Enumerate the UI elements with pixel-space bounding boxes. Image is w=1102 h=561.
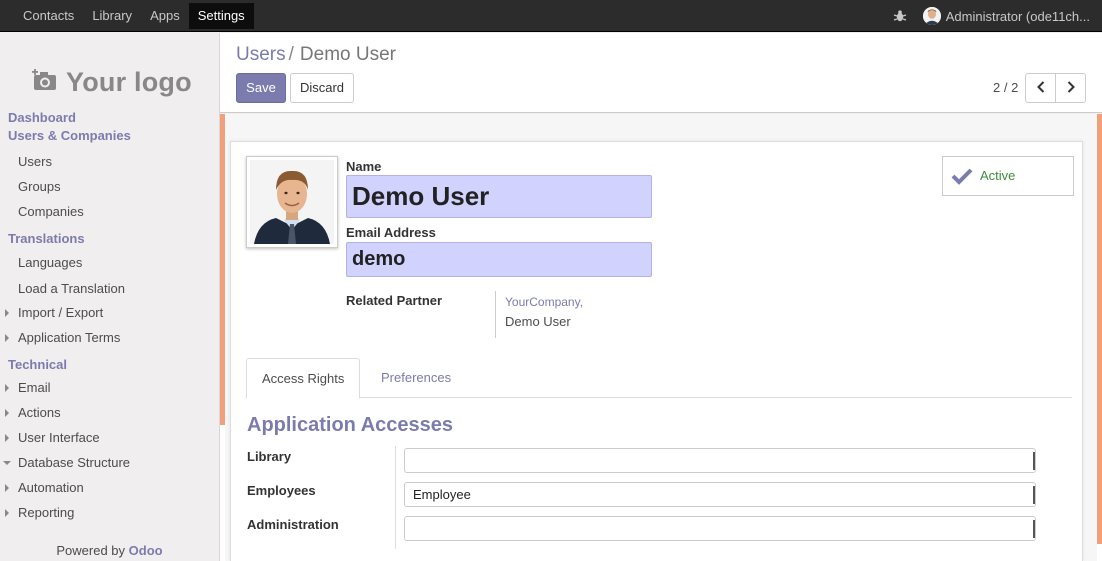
tab-preferences[interactable]: Preferences: [366, 358, 466, 398]
caret-right-icon: [5, 384, 9, 392]
active-toggle-button[interactable]: Active: [942, 156, 1074, 196]
caret-right-icon: [5, 309, 9, 317]
sidebar-head-dashboard[interactable]: Dashboard: [0, 109, 219, 127]
user-menu[interactable]: Administrator (ode11ch...: [946, 9, 1090, 24]
active-label: Active: [980, 168, 1016, 183]
discard-button[interactable]: Discard: [290, 73, 354, 103]
resize-handle-icon: [1032, 520, 1035, 538]
partner-name: Demo User: [505, 314, 571, 329]
sidebar-item-label: Users: [18, 154, 52, 169]
sidebar-item-label: User Interface: [18, 430, 100, 445]
breadcrumb: Users / Demo User: [236, 44, 396, 66]
sidebar-item-label: Languages: [18, 255, 83, 270]
caret-down-icon: [3, 461, 11, 465]
resize-handle-icon: [1032, 486, 1035, 504]
email-input[interactable]: demo: [346, 242, 652, 277]
name-input[interactable]: Demo User: [346, 175, 652, 218]
user-avatar[interactable]: [922, 7, 941, 25]
sidebar-item-label: Email: [18, 380, 51, 395]
form-view: Name Demo User Email Address demo Relate…: [220, 114, 1102, 561]
sidebar-head-translations[interactable]: Translations: [0, 230, 219, 248]
bug-icon[interactable]: [893, 9, 907, 23]
access-label-library: Library: [247, 449, 292, 464]
name-label: Name: [346, 159, 382, 174]
user-area: Administrator (ode11ch...: [893, 0, 1090, 32]
sidebar-item-user-interface[interactable]: User Interface: [0, 425, 219, 450]
chevron-left-icon: [1036, 80, 1045, 96]
caret-right-icon: [5, 509, 9, 517]
user-photo[interactable]: [246, 156, 338, 248]
sidebar-item-automation[interactable]: Automation: [0, 475, 219, 500]
sidebar-item-reporting[interactable]: Reporting: [0, 500, 219, 525]
user-photo-image: [250, 160, 334, 244]
sidebar-item-label: Application Terms: [18, 330, 121, 345]
pager-value[interactable]: 2 / 2: [993, 80, 1018, 95]
powered-by: Powered by Odoo: [0, 543, 219, 558]
sidebar-head-users-companies[interactable]: Users & Companies: [0, 127, 219, 145]
check-icon: [951, 167, 973, 188]
resize-handle-icon: [1032, 452, 1035, 470]
sidebar: Your logo Dashboard Users & Companies Us…: [0, 33, 220, 561]
related-partner-field: YourCompany, Demo User: [495, 291, 583, 338]
sidebar-head-technical[interactable]: Technical: [0, 356, 219, 374]
right-ribbon: [1097, 114, 1102, 544]
sidebar-menu: Dashboard Users & Companies Users Groups…: [0, 109, 219, 525]
sidebar-item-languages[interactable]: Languages: [0, 250, 219, 275]
menu-library[interactable]: Library: [83, 0, 141, 32]
access-label-administration: Administration: [247, 517, 339, 532]
app-menu: Contacts Library Apps Settings: [14, 0, 254, 32]
email-label: Email Address: [346, 225, 436, 240]
form-sheet: Name Demo User Email Address demo Relate…: [230, 141, 1083, 561]
sidebar-item-label: Load a Translation: [18, 281, 125, 296]
odoo-link[interactable]: Odoo: [129, 543, 163, 558]
access-divider: [395, 446, 396, 549]
library-access-select[interactable]: [404, 448, 1036, 473]
caret-right-icon: [5, 334, 9, 342]
save-button[interactable]: Save: [236, 73, 286, 103]
sidebar-item-actions[interactable]: Actions: [0, 400, 219, 425]
partner-company-link[interactable]: YourCompany,: [505, 293, 583, 312]
related-partner-label: Related Partner: [346, 293, 443, 308]
menu-settings[interactable]: Settings: [188, 3, 254, 29]
caret-right-icon: [5, 484, 9, 492]
menu-apps[interactable]: Apps: [141, 0, 189, 32]
access-label-employees: Employees: [247, 483, 316, 498]
camera-icon: [32, 69, 58, 94]
caret-right-icon: [5, 434, 9, 442]
logo-text: Your logo: [66, 67, 192, 97]
employees-access-select[interactable]: Employee: [404, 482, 1036, 507]
sidebar-item-database-structure[interactable]: Database Structure: [0, 450, 219, 475]
sidebar-item-application-terms[interactable]: Application Terms: [0, 325, 219, 350]
sidebar-item-load-translation[interactable]: Load a Translation: [0, 276, 219, 301]
control-panel: Users / Demo User Save Discard 2 / 2: [220, 33, 1102, 113]
sidebar-item-label: Companies: [18, 204, 84, 219]
sidebar-item-email[interactable]: Email: [0, 375, 219, 400]
tab-access-rights[interactable]: Access Rights: [246, 358, 361, 399]
administration-access-select[interactable]: [404, 516, 1036, 541]
breadcrumb-separator: /: [288, 44, 294, 65]
pager-next-button[interactable]: [1055, 73, 1086, 103]
powered-by-text: Powered by: [56, 543, 126, 558]
notebook-tabs: Access Rights Preferences: [246, 358, 1072, 399]
sidebar-item-label: Actions: [18, 405, 61, 420]
left-ribbon: [220, 114, 225, 425]
breadcrumb-current: Demo User: [299, 44, 396, 65]
sidebar-item-label: Reporting: [18, 505, 75, 520]
breadcrumb-users[interactable]: Users: [236, 44, 286, 65]
section-title: Application Accesses: [247, 414, 454, 436]
select-value: Employee: [413, 487, 471, 502]
menu-contacts[interactable]: Contacts: [14, 0, 83, 32]
sidebar-item-label: Import / Export: [18, 305, 104, 320]
sidebar-item-import-export[interactable]: Import / Export: [0, 300, 219, 325]
sidebar-item-users[interactable]: Users: [0, 149, 219, 174]
sidebar-item-groups[interactable]: Groups: [0, 174, 219, 199]
top-navbar: Contacts Library Apps Settings Administr: [0, 0, 1102, 32]
sidebar-item-label: Database Structure: [18, 455, 131, 470]
sidebar-item-companies[interactable]: Companies: [0, 199, 219, 224]
sidebar-item-label: Automation: [18, 480, 84, 495]
sidebar-item-label: Groups: [18, 179, 61, 194]
caret-right-icon: [5, 409, 9, 417]
chevron-right-icon: [1067, 80, 1075, 96]
pager-previous-button[interactable]: [1025, 73, 1056, 103]
